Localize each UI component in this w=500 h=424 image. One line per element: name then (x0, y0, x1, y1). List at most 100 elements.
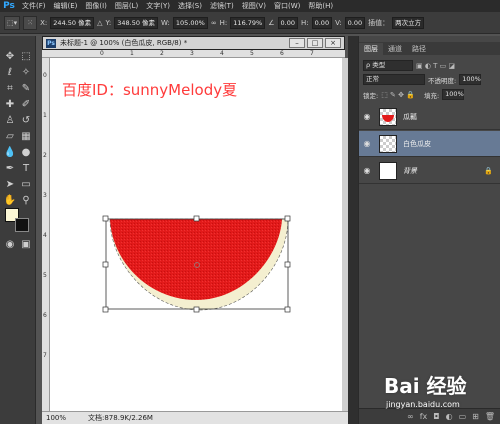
interpolation-select[interactable]: 两次立方 (392, 16, 425, 29)
angle-field[interactable]: 0.00 (277, 16, 298, 29)
layer-name[interactable]: 白色瓜皮 (403, 139, 431, 149)
adjustment-layer-icon[interactable]: ◐ (446, 412, 453, 421)
menu-layer[interactable]: 图层(L) (111, 1, 142, 11)
layer-thumbnail (379, 161, 397, 180)
hand-tool-icon[interactable]: ✋ (3, 194, 17, 208)
menu-image[interactable]: 图像(I) (81, 1, 111, 11)
layer-row-flesh[interactable]: ◉ 瓜瓤 (359, 104, 500, 130)
gradient-tool-icon[interactable]: ▦ (19, 130, 33, 144)
width-field[interactable]: 105.00% (172, 16, 208, 29)
height-field[interactable]: 116.79% (230, 16, 266, 29)
transform-handle (193, 215, 200, 222)
blend-row: 正常 不透明度: 100% (359, 74, 500, 85)
tab-paths[interactable]: 路径 (407, 43, 431, 55)
healing-brush-tool-icon[interactable]: ✚ (3, 98, 17, 112)
document-size-info[interactable]: 文档:878.9K/2.26M (88, 413, 153, 423)
history-brush-tool-icon[interactable]: ↺ (19, 114, 33, 128)
blend-mode-select[interactable]: 正常 (363, 74, 425, 85)
menu-help[interactable]: 帮助(H) (304, 1, 337, 11)
lock-icons[interactable]: ⬚ ✎ ✥ 🔒 (381, 91, 415, 99)
menu-view[interactable]: 视图(V) (238, 1, 270, 11)
ruler-top-tick: 7 (310, 50, 314, 57)
opacity-field[interactable]: 100% (459, 74, 482, 85)
menu-edit[interactable]: 编辑(E) (50, 1, 82, 11)
eraser-tool-icon[interactable]: ▱ (3, 130, 17, 144)
marquee-tool-icon[interactable]: ⬚ (19, 50, 33, 64)
layer-filter-row: ρ 类型 ▣ ◐ T ▭ ◪ (359, 60, 500, 71)
y-position-field[interactable]: 348.50 像素 (114, 16, 159, 29)
tab-channels[interactable]: 通道 (383, 43, 407, 55)
menu-select[interactable]: 选择(S) (174, 1, 206, 11)
delete-layer-icon[interactable]: 🗑 (485, 412, 495, 421)
menu-filter[interactable]: 滤镜(T) (206, 1, 238, 11)
quick-mask-icon[interactable]: ◉ (3, 238, 17, 252)
w-label: W: (161, 18, 170, 27)
ruler-left-tick: 6 (43, 312, 47, 319)
transform-tool-preset-icon[interactable]: ⬚▾ (4, 15, 21, 30)
ruler-left-tick: 2 (43, 152, 47, 159)
background-color-swatch[interactable] (15, 218, 29, 232)
layers-panel-footer: ∞ fx ◘ ◐ ▭ ⊞ 🗑 (359, 408, 500, 424)
link-layers-icon[interactable]: ∞ (407, 412, 414, 421)
minimize-button[interactable]: – (289, 38, 305, 48)
brush-tool-icon[interactable]: ✐ (19, 98, 33, 112)
layer-name[interactable]: 背景 (403, 166, 417, 176)
menu-file[interactable]: 文件(F) (18, 1, 50, 11)
move-tool-icon[interactable]: ✥ (3, 50, 17, 64)
new-group-icon[interactable]: ▭ (459, 412, 467, 421)
layer-thumbnail (379, 107, 397, 126)
photoshop-logo: Ps (3, 1, 15, 11)
blur-tool-icon[interactable]: 💧 (3, 146, 17, 160)
shape-tool-icon[interactable]: ▭ (19, 178, 33, 192)
lock-row: 锁定: ⬚ ✎ ✥ 🔒 填充: 100% (359, 89, 500, 100)
hskew-field[interactable]: 0.00 (311, 16, 333, 29)
fill-label: 填充: (423, 91, 440, 100)
type-tool-icon[interactable]: T (19, 162, 33, 176)
pen-tool-icon[interactable]: ✒ (3, 162, 17, 176)
reference-point-icon[interactable]: ⁙ (23, 15, 38, 30)
layer-row-rind[interactable]: ◉ 白色瓜皮 (359, 131, 500, 157)
new-layer-icon[interactable]: ⊞ (472, 412, 479, 421)
filter-icons[interactable]: ▣ ◐ T ▭ ◪ (416, 62, 455, 70)
ruler-top: 0 1 2 3 4 5 6 7 (42, 50, 345, 58)
eye-icon[interactable]: ◉ (359, 112, 375, 121)
ruler-left-tick: 0 (43, 72, 47, 79)
layer-row-background[interactable]: ◉ 背景 🔒 (359, 158, 500, 184)
vskew-field[interactable]: 0.00 (344, 16, 366, 29)
ruler-top-tick: 4 (220, 50, 224, 57)
crop-tool-icon[interactable]: ⌗ (3, 82, 17, 96)
eye-icon[interactable]: ◉ (359, 166, 375, 175)
layer-filter-select[interactable]: ρ 类型 (363, 60, 413, 71)
menu-type[interactable]: 文字(Y) (142, 1, 174, 11)
add-mask-icon[interactable]: ◘ (433, 412, 439, 421)
transform-handle (284, 215, 291, 222)
watermelon-artwork[interactable] (50, 58, 342, 411)
ruler-top-tick: 1 (130, 50, 134, 57)
layer-name[interactable]: 瓜瓤 (403, 112, 417, 122)
path-selection-tool-icon[interactable]: ➤ (3, 178, 17, 192)
close-button[interactable]: × (325, 38, 341, 48)
dodge-tool-icon[interactable]: ● (19, 146, 33, 160)
x-position-field[interactable]: 244.50 像素 (50, 16, 95, 29)
zoom-level-field[interactable]: 100% (46, 414, 70, 422)
document-title: 未标题-1 @ 100% (白色瓜皮, RGB/8) * (60, 39, 188, 47)
clone-stamp-tool-icon[interactable]: ♙ (3, 114, 17, 128)
ruler-left-tick: 1 (43, 112, 47, 119)
fill-field[interactable]: 100% (442, 89, 465, 100)
lock-label: 锁定: (363, 91, 379, 100)
lasso-tool-icon[interactable]: ℓ (3, 66, 17, 80)
restore-button[interactable]: □ (307, 38, 323, 48)
status-bar: 100% 文档:878.9K/2.26M (42, 411, 348, 424)
tab-layers[interactable]: 图层 (359, 43, 383, 55)
ruler-left: 0 1 2 3 4 5 6 7 (42, 58, 50, 411)
ruler-left-tick: 5 (43, 272, 47, 279)
link-icon[interactable]: ∞ (211, 19, 217, 27)
eye-icon[interactable]: ◉ (359, 139, 375, 148)
fx-icon[interactable]: fx (420, 412, 428, 421)
menu-window[interactable]: 窗口(W) (270, 1, 304, 11)
zoom-tool-icon[interactable]: ⚲ (19, 194, 33, 208)
document-tab[interactable]: Ps 未标题-1 @ 100% (白色瓜皮, RGB/8) * – □ × (42, 36, 345, 50)
eyedropper-tool-icon[interactable]: ✎ (19, 82, 33, 96)
screen-mode-icon[interactable]: ▣ (19, 238, 33, 252)
magic-wand-tool-icon[interactable]: ✧ (19, 66, 33, 80)
